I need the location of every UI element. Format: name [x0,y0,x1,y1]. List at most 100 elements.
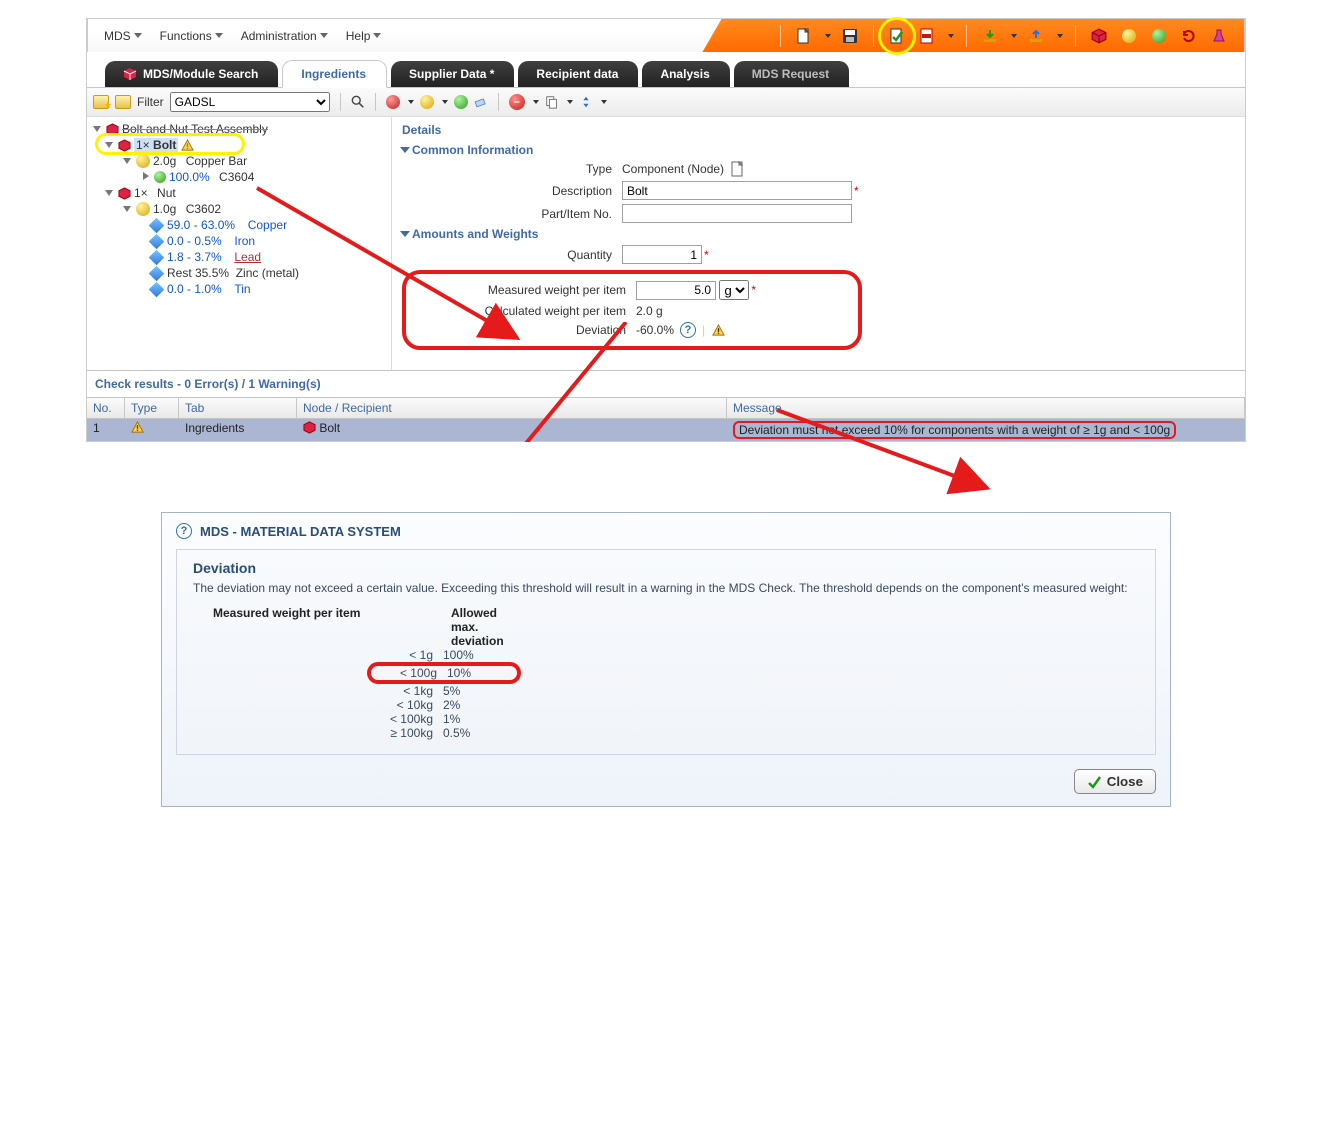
section-amounts[interactable]: Amounts and Weights [402,227,1235,241]
dev-label: Deviation [416,323,636,337]
quantity-input[interactable] [622,245,702,264]
tab-search[interactable]: MDS/Module Search [105,61,278,87]
filter-select[interactable]: GADSL [170,92,330,112]
search-icon[interactable] [351,95,365,109]
tree-cb-w: 2.0g [153,154,176,168]
add-component-icon[interactable] [386,95,400,109]
cell-msg: Deviation must not exceed 10% for compon… [727,419,1245,441]
tree-substance[interactable]: Rest 35.5% Zinc (metal) [89,265,389,281]
tab-recipient[interactable]: Recipient data [518,61,638,87]
add-substance-icon[interactable] [454,95,468,109]
tree-substance[interactable]: 1.8 - 3.7% Lead [89,249,389,265]
chevron-down-icon[interactable] [948,34,954,38]
details-panel: Details Common Information TypeComponent… [392,117,1245,370]
partno-input[interactable] [622,204,852,223]
chevron-down-icon[interactable] [1011,34,1017,38]
description-input[interactable] [622,181,852,200]
tab-request[interactable]: MDS Request [734,61,849,87]
tree-nut-label: Nut [157,186,176,200]
menu-functions-label: Functions [160,29,212,43]
copy-icon[interactable] [545,95,559,109]
tree-bolt-qty: 1× [136,138,150,152]
material-icon [136,202,150,216]
deviation-table: Measured weight per itemAllowed max. dev… [213,606,1139,740]
section-common[interactable]: Common Information [402,143,1235,157]
chevron-down-icon[interactable] [825,34,831,38]
col-type[interactable]: Type [125,398,179,418]
chevron-down-icon[interactable] [442,100,448,104]
menu-functions[interactable]: Functions [152,25,231,47]
col-msg[interactable]: Message [727,398,1245,418]
chevron-down-icon[interactable] [533,100,539,104]
eraser-icon[interactable] [474,95,488,109]
delete-icon[interactable]: – [509,94,525,110]
tree-substance[interactable]: 0.0 - 1.0% Tin [89,281,389,297]
new-folder-icon[interactable] [93,95,109,109]
section-common-label: Common Information [412,143,533,157]
chevron-down-icon[interactable] [1057,34,1063,38]
close-button-label: Close [1107,774,1143,789]
flask-icon[interactable] [1208,25,1230,47]
required-marker: * [704,248,709,262]
help-icon[interactable]: ? [680,322,696,338]
recycle-icon[interactable] [1178,25,1200,47]
deviation-row: < 1g100% [213,648,1139,662]
tree-toggle[interactable] [105,188,115,198]
deviation-row: < 100g10% [213,662,1139,684]
tab-supplier[interactable]: Supplier Data * [391,61,514,87]
weight-unit-select[interactable]: g [719,280,749,300]
tree-toggle[interactable] [123,204,133,214]
tab-supplier-label: Supplier Data * [409,67,494,81]
col-node[interactable]: Node / Recipient [297,398,727,418]
chevron-down-icon[interactable] [567,100,573,104]
component-icon[interactable] [1088,25,1110,47]
tab-analysis[interactable]: Analysis [642,61,729,87]
updown-icon[interactable] [579,95,593,109]
menu-mds[interactable]: MDS [96,25,150,47]
tree-copper-bar[interactable]: 2.0g Copper Bar [89,153,389,169]
check-button[interactable] [886,25,908,47]
material-icon[interactable] [1118,25,1140,47]
tree-toggle[interactable] [105,140,115,150]
tree-c3604[interactable]: 100.0% C3604 [89,169,389,185]
part-label: Part/Item No. [402,207,622,221]
tree-substance[interactable]: 0.0 - 0.5% Iron [89,233,389,249]
chevron-down-icon [400,147,410,153]
add-material-icon[interactable] [420,95,434,109]
tree-toggle[interactable] [123,156,133,166]
tree-substance[interactable]: 59.0 - 63.0% Copper [89,217,389,233]
substance-icon[interactable] [1148,25,1170,47]
col-no[interactable]: No. [87,398,125,418]
tree-c3604-label: C3604 [219,170,254,184]
menu-administration[interactable]: Administration [233,25,336,47]
chevron-down-icon[interactable] [601,100,607,104]
document-icon[interactable] [731,161,745,177]
desc-label: Description [402,184,622,198]
cell-tab: Ingredients [179,419,297,441]
weights-highlight-box: Measured weight per item g* Calculated w… [402,270,862,350]
open-folder-icon[interactable] [115,95,131,109]
download-button[interactable] [979,25,1001,47]
tree-nut[interactable]: 1× Nut [89,185,389,201]
menu-help[interactable]: Help [338,25,390,47]
col-tab[interactable]: Tab [179,398,297,418]
cell-type [125,419,179,441]
new-button[interactable] [793,25,815,47]
tree-c3604-pct: 100.0% [169,170,210,184]
chevron-down-icon[interactable] [408,100,414,104]
close-button[interactable]: Close [1074,769,1156,794]
tree-bolt[interactable]: 1× Bolt [89,137,389,153]
tree-c3602[interactable]: 1.0g C3602 [89,201,389,217]
save-button[interactable] [839,25,861,47]
tree-toggle[interactable] [93,124,103,134]
cell-no: 1 [87,419,125,441]
measured-weight-input[interactable] [636,281,716,300]
dev-value: -60.0% [636,323,674,337]
check-row[interactable]: 1 Ingredients Bolt Deviation must not ex… [87,419,1245,441]
filter-label: Filter [137,95,164,109]
tab-ingredients[interactable]: Ingredients [282,60,387,88]
pdf-button[interactable] [916,25,938,47]
tree-toggle[interactable] [141,172,151,182]
tree-root[interactable]: Bolt and Nut Test Assembly [89,121,389,137]
upload-button[interactable] [1025,25,1047,47]
